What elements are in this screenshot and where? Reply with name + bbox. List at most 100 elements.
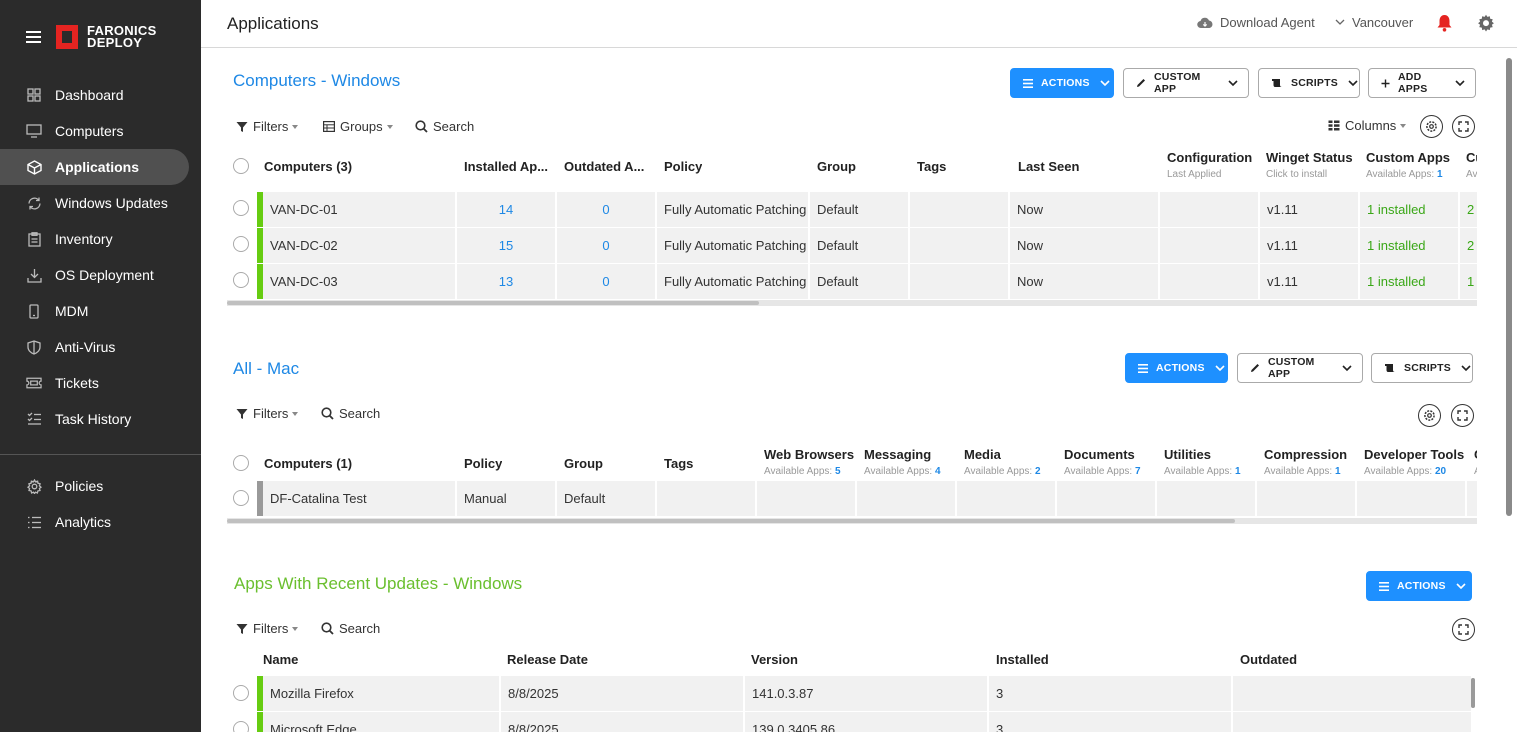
available-apps-count[interactable]: 2 — [1035, 466, 1041, 477]
groups-dropdown[interactable]: Groups — [323, 119, 393, 134]
col-header-group[interactable]: Group — [817, 159, 856, 174]
col-header-computers[interactable]: Computers (1) — [264, 456, 352, 471]
col-header-outdated[interactable]: Outdated — [1240, 652, 1297, 667]
mac-select-all-radio[interactable] — [233, 455, 249, 471]
col-header-name[interactable]: Name — [263, 652, 298, 667]
installed-count-link[interactable]: 15 — [499, 238, 513, 253]
sidebar-item-applications[interactable]: Applications — [0, 149, 189, 185]
sidebar-item-tickets[interactable]: Tickets — [0, 365, 201, 401]
col-header-truncated[interactable]: C — [1474, 447, 1477, 462]
select-all-radio[interactable] — [233, 158, 249, 174]
settings-gear-icon[interactable] — [1477, 14, 1495, 32]
installed-count-link[interactable]: 14 — [499, 202, 513, 217]
sidebar-item-dashboard[interactable]: Dashboard — [0, 77, 201, 113]
cell-computer-name[interactable]: VAN-DC-03 — [263, 264, 457, 299]
table-row[interactable]: VAN-DC-01 14 0 Fully Automatic Patching … — [257, 192, 1477, 228]
section-title-updates[interactable]: Apps With Recent Updates - Windows — [234, 574, 522, 594]
available-apps-count[interactable]: 1 — [1335, 466, 1341, 477]
expand-button[interactable] — [1452, 115, 1475, 138]
mac-horizontal-scrollbar[interactable] — [227, 518, 1477, 524]
row-radio[interactable] — [233, 685, 249, 701]
cell-computer-name[interactable]: VAN-DC-01 — [263, 192, 457, 227]
outdated-count-link[interactable]: 0 — [602, 202, 609, 217]
add-apps-button[interactable]: ADD APPS — [1368, 68, 1476, 98]
available-apps-count[interactable]: 1 — [1235, 466, 1241, 477]
truncated-value[interactable]: 1 — [1467, 274, 1474, 289]
available-apps-count[interactable]: 20 — [1435, 466, 1446, 477]
download-agent-link[interactable]: Download Agent — [1197, 15, 1315, 30]
row-radio[interactable] — [233, 236, 249, 252]
location-selector[interactable]: Vancouver — [1335, 15, 1413, 30]
col-header-installed[interactable]: Installed — [996, 652, 1049, 667]
col-header-winget[interactable]: Winget Status — [1266, 150, 1353, 165]
table-row[interactable]: Microsoft Edge 8/8/2025 139.0.3405.86 3 — [257, 712, 1471, 732]
mac-actions-button[interactable]: ACTIONS — [1125, 353, 1228, 383]
truncated-value[interactable]: 2 — [1467, 238, 1474, 253]
col-header-compression[interactable]: Compression — [1264, 447, 1347, 462]
col-header-web-browsers[interactable]: Web Browsers — [764, 447, 854, 462]
mac-scripts-button[interactable]: SCRIPTS — [1371, 353, 1473, 383]
table-row[interactable]: VAN-DC-03 13 0 Fully Automatic Patching … — [257, 264, 1477, 300]
col-header-truncated[interactable]: Cu — [1466, 150, 1477, 165]
updates-expand-button[interactable] — [1452, 618, 1475, 641]
row-radio[interactable] — [233, 490, 249, 506]
col-header-outdated[interactable]: Outdated A... — [564, 159, 652, 174]
mac-table-settings-button[interactable] — [1418, 404, 1441, 427]
sidebar-item-task-history[interactable]: Task History — [0, 401, 201, 437]
table-row[interactable]: Mozilla Firefox 8/8/2025 141.0.3.87 3 — [257, 676, 1471, 712]
sidebar-item-os-deployment[interactable]: OS Deployment — [0, 257, 201, 293]
col-header-media[interactable]: Media — [964, 447, 1001, 462]
updates-actions-button[interactable]: ACTIONS — [1366, 571, 1472, 601]
actions-button[interactable]: ACTIONS — [1010, 68, 1114, 98]
bell-icon[interactable] — [1436, 14, 1453, 32]
col-header-utilities[interactable]: Utilities — [1164, 447, 1211, 462]
col-header-documents[interactable]: Documents — [1064, 447, 1135, 462]
horizontal-scrollbar-thumb[interactable] — [227, 519, 1235, 523]
col-header-installed[interactable]: Installed Ap... — [464, 159, 552, 174]
cell-computer-name[interactable]: DF-Catalina Test — [263, 481, 457, 516]
mac-expand-button[interactable] — [1451, 404, 1474, 427]
col-header-release-date[interactable]: Release Date — [507, 652, 588, 667]
mac-search-button[interactable]: Search — [321, 406, 380, 421]
table-row[interactable]: DF-Catalina Test Manual Default — [257, 481, 1477, 517]
section-title-windows[interactable]: Computers - Windows — [233, 71, 400, 91]
mac-filters-dropdown[interactable]: Filters — [236, 406, 299, 421]
col-header-custom-apps[interactable]: Custom Apps — [1366, 150, 1450, 165]
col-header-version[interactable]: Version — [751, 652, 798, 667]
section-title-mac[interactable]: All - Mac — [233, 359, 299, 379]
sidebar-item-analytics[interactable]: Analytics — [0, 504, 201, 540]
row-radio[interactable] — [233, 272, 249, 288]
sidebar-item-windows-updates[interactable]: Windows Updates — [0, 185, 201, 221]
installed-count-link[interactable]: 13 — [499, 274, 513, 289]
updates-filters-dropdown[interactable]: Filters — [236, 621, 299, 636]
sidebar-item-inventory[interactable]: Inventory — [0, 221, 201, 257]
table-row[interactable]: VAN-DC-02 15 0 Fully Automatic Patching … — [257, 228, 1477, 264]
available-apps-count[interactable]: 4 — [935, 466, 941, 477]
horizontal-scrollbar[interactable] — [227, 300, 1477, 306]
col-header-group[interactable]: Group — [564, 456, 603, 471]
scripts-button[interactable]: SCRIPTS — [1258, 68, 1360, 98]
col-header-last-seen[interactable]: Last Seen — [1018, 159, 1079, 174]
outdated-count-link[interactable]: 0 — [602, 238, 609, 253]
row-radio[interactable] — [233, 721, 249, 732]
mac-custom-app-button[interactable]: CUSTOM APP — [1237, 353, 1363, 383]
custom-app-button[interactable]: CUSTOM APP — [1123, 68, 1249, 98]
sidebar-item-policies[interactable]: Policies — [0, 468, 201, 504]
sidebar-item-computers[interactable]: Computers — [0, 113, 201, 149]
cell-computer-name[interactable]: VAN-DC-02 — [263, 228, 457, 263]
inner-scrollbar[interactable] — [1471, 678, 1475, 708]
row-radio[interactable] — [233, 200, 249, 216]
col-header-configuration[interactable]: Configuration — [1167, 150, 1252, 165]
col-header-messaging[interactable]: Messaging — [864, 447, 931, 462]
custom-installed-link[interactable]: 1 installed — [1367, 274, 1426, 289]
available-apps-count[interactable]: 5 — [835, 466, 841, 477]
sidebar-item-mdm[interactable]: MDM — [0, 293, 201, 329]
col-header-developer-tools[interactable]: Developer Tools — [1364, 447, 1464, 462]
hamburger-menu-icon[interactable] — [26, 31, 41, 43]
columns-dropdown[interactable]: Columns — [1328, 118, 1407, 133]
filters-dropdown[interactable]: Filters — [236, 119, 299, 134]
truncated-value[interactable]: 2 — [1467, 202, 1474, 217]
table-settings-button[interactable] — [1420, 115, 1443, 138]
cell-app-name[interactable]: Microsoft Edge — [263, 712, 501, 732]
available-apps-count[interactable]: 7 — [1135, 466, 1141, 477]
